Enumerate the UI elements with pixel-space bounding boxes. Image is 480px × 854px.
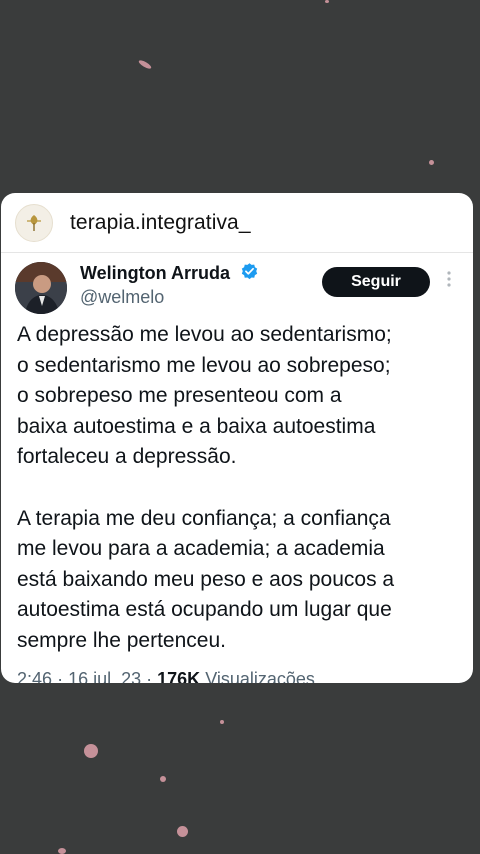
background-particle [84, 744, 98, 758]
background-particle [177, 826, 188, 837]
follow-button[interactable]: Seguir [322, 267, 430, 297]
background-particle [160, 776, 166, 782]
account-name[interactable]: terapia.integrativa_ [70, 211, 251, 235]
views-label: Visualizações [205, 669, 315, 683]
avatar[interactable] [15, 262, 67, 314]
leaf-logo-icon[interactable] [15, 203, 53, 242]
meta-separator: · [57, 669, 69, 683]
author-handle[interactable]: @welmelo [80, 287, 164, 308]
tweet-author-row: Welington Arruda @welmelo Seguir [15, 259, 457, 321]
tweet: Welington Arruda @welmelo Seguir A depre [1, 259, 473, 683]
tweet-date[interactable]: 16 jul. 23 [68, 669, 141, 683]
tweet-text-paragraph-1: A depressão me levou ao sedentarismo; o … [17, 323, 392, 468]
background-particle [137, 58, 153, 71]
tweet-text-paragraph-2: A terapia me deu confiança; a confiança … [17, 506, 395, 652]
author-name-text: Welington Arruda [80, 263, 230, 283]
tweet-meta: 2:46 · 16 jul. 23 · 176K Visualizações [17, 669, 457, 683]
background-particle [220, 720, 224, 724]
background-particle [325, 0, 329, 3]
background-particle [58, 848, 66, 854]
meta-separator: · [146, 669, 158, 683]
more-vertical-icon[interactable] [447, 271, 451, 292]
views-count: 176K [157, 669, 201, 683]
post-header: terapia.integrativa_ [1, 193, 473, 253]
post-card: terapia.integrativa_ Welington Arruda @w… [1, 193, 473, 683]
author-name[interactable]: Welington Arruda [80, 262, 259, 286]
verified-badge-icon [240, 262, 259, 286]
background-particle [429, 160, 434, 165]
tweet-time[interactable]: 2:46 [17, 669, 52, 683]
